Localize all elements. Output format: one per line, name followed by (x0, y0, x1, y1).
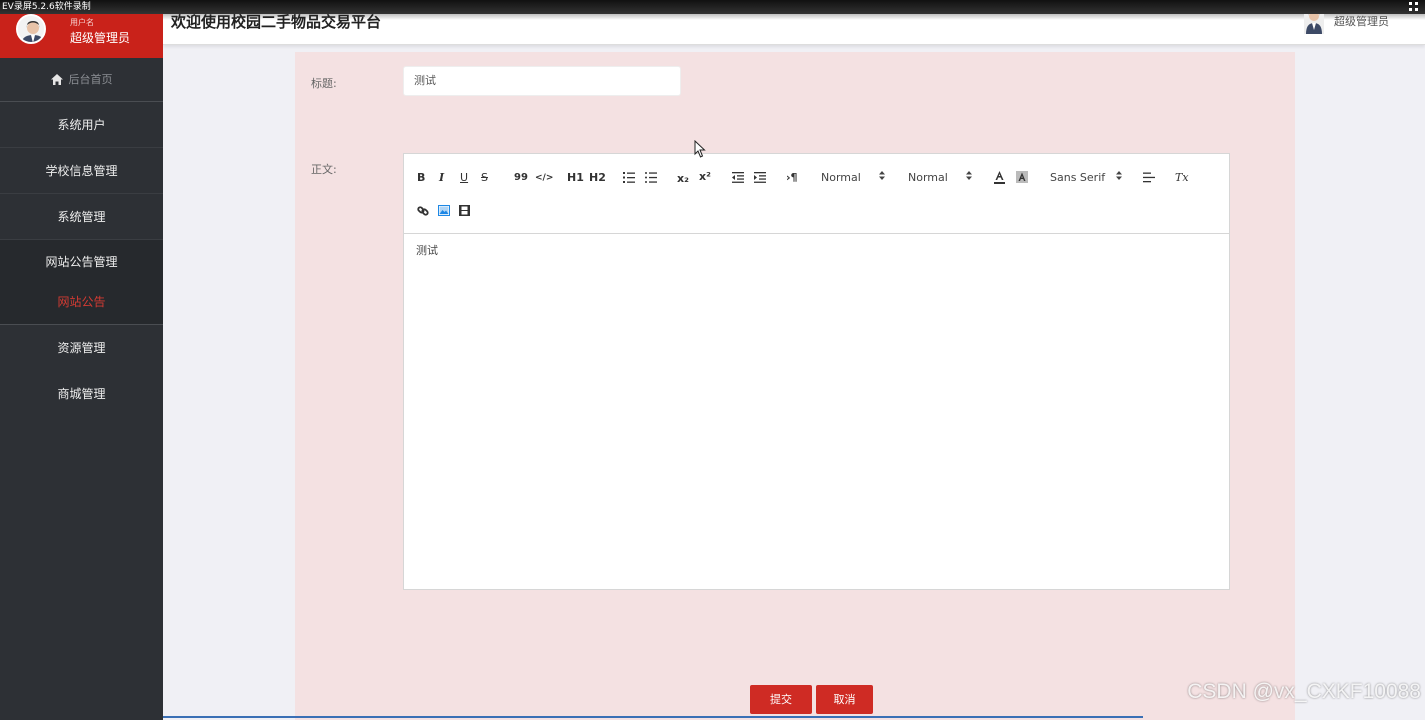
size-select-value: Normal (908, 171, 948, 184)
watermark: CSDN @vx_CXKF10088 (1187, 680, 1421, 703)
blockquote-button[interactable]: 99 (514, 171, 528, 185)
grip-icon[interactable] (1409, 2, 1419, 12)
title-label: 标题: (311, 77, 337, 90)
subscript-button[interactable]: x₂ (677, 172, 689, 186)
size-select-2[interactable]: Normal (908, 171, 948, 185)
h2-button[interactable]: H2 (589, 171, 606, 185)
font-color-icon[interactable] (994, 171, 1005, 184)
outdent-icon[interactable] (732, 172, 744, 183)
ordered-list-icon[interactable] (623, 172, 635, 183)
code-button[interactable]: </> (535, 171, 553, 185)
bullet-list-icon[interactable] (645, 172, 657, 183)
form-panel: 标题: 测试 正文: B I U S 99 </> H1 H2 x₂ x² ›¶… (295, 52, 1295, 720)
sidebar-item-resources[interactable]: 资源管理 (0, 325, 163, 371)
italic-button[interactable]: I (439, 171, 444, 185)
font-select-value: Sans Serif (1050, 171, 1106, 184)
home-icon (50, 74, 63, 85)
sidebar-item-system-users[interactable]: 系统用户 (0, 102, 163, 148)
size-select-1[interactable]: Normal (821, 171, 861, 185)
content-label: 正文: (311, 163, 337, 176)
avatar-icon (18, 16, 44, 42)
image-icon[interactable] (438, 205, 450, 216)
chevron-updown-icon (966, 171, 972, 180)
user-name: 超级管理员 (70, 31, 131, 45)
editor-content[interactable]: 测试 (404, 234, 1229, 266)
sidebar-item-shop[interactable]: 商城管理 (0, 371, 163, 417)
clear-format-button[interactable]: Tx (1175, 171, 1189, 185)
direction-button[interactable]: ›¶ (786, 171, 798, 185)
align-icon[interactable] (1143, 172, 1155, 183)
sidebar: 用户名 超级管理员 后台首页 系统用户 学校信息管理 系统管理 网站公告管理 网… (0, 0, 163, 720)
page-title: 欢迎使用校园二手物品交易平台 (171, 13, 382, 31)
mouse-cursor-icon (694, 140, 706, 158)
chevron-updown-icon (1116, 171, 1122, 180)
sidebar-item-announcement-management[interactable]: 网站公告管理 (0, 240, 163, 284)
sidebar-group-announcements: 网站公告管理 网站公告 (0, 240, 163, 325)
recorder-bar: EV录屏5.2.6软件录制 (0, 0, 1425, 14)
superscript-button[interactable]: x² (699, 170, 711, 184)
sidebar-item-system-management[interactable]: 系统管理 (0, 194, 163, 240)
size-select-value: Normal (821, 171, 861, 184)
user-label: 用户名 (70, 18, 94, 27)
indent-icon[interactable] (754, 172, 766, 183)
submit-button[interactable]: 提交 (750, 685, 812, 714)
strike-button[interactable]: S (481, 171, 488, 185)
underline-button[interactable]: U (460, 171, 468, 185)
bold-button[interactable]: B (417, 171, 425, 185)
video-icon[interactable] (459, 205, 470, 216)
background-color-icon[interactable] (1016, 171, 1028, 183)
title-input[interactable]: 测试 (403, 66, 681, 96)
editor-toolbar: B I U S 99 </> H1 H2 x₂ x² ›¶ Normal Nor… (404, 154, 1229, 234)
avatar[interactable] (16, 14, 46, 44)
chevron-updown-icon (879, 171, 885, 180)
sidebar-item-school-info[interactable]: 学校信息管理 (0, 148, 163, 194)
cancel-button[interactable]: 取消 (816, 685, 873, 714)
rich-text-editor: B I U S 99 </> H1 H2 x₂ x² ›¶ Normal Nor… (403, 153, 1230, 590)
progress-line (163, 716, 1143, 718)
sidebar-item-label: 后台首页 (68, 72, 113, 86)
link-icon[interactable] (417, 205, 429, 217)
font-select[interactable]: Sans Serif (1050, 171, 1105, 185)
h1-button[interactable]: H1 (567, 171, 584, 185)
header-user-name: 超级管理员 (1334, 15, 1389, 28)
recorder-title: EV录屏5.2.6软件录制 (2, 2, 91, 12)
sidebar-subitem-announcement[interactable]: 网站公告 (0, 284, 163, 324)
sidebar-item-home[interactable]: 后台首页 (0, 58, 163, 102)
